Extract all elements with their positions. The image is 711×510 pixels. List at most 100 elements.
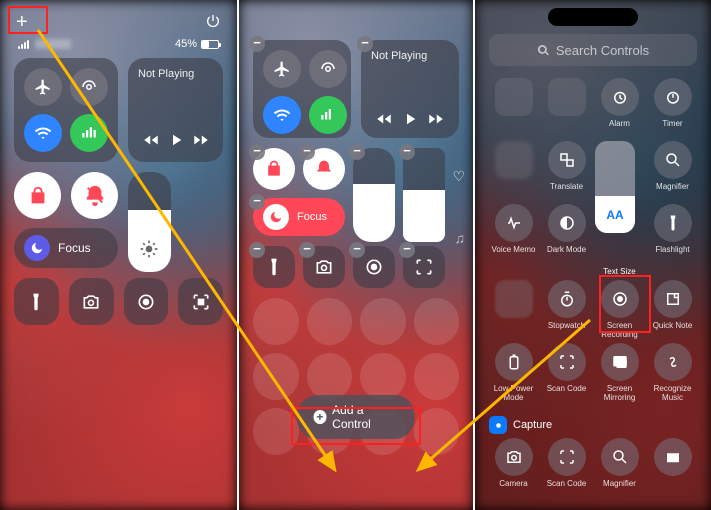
low-power-control[interactable]: Low Power Mode bbox=[489, 343, 538, 402]
remove-badge[interactable]: − bbox=[399, 242, 415, 258]
airdrop-icon[interactable] bbox=[70, 68, 108, 106]
remove-badge[interactable]: − bbox=[249, 36, 265, 52]
camera-control[interactable]: Camera bbox=[489, 438, 538, 497]
remove-badge[interactable]: − bbox=[299, 242, 315, 258]
empty-slot[interactable] bbox=[414, 408, 460, 455]
remove-badge[interactable]: − bbox=[349, 144, 365, 160]
more-control[interactable] bbox=[648, 438, 697, 497]
music-icon[interactable]: ♫ bbox=[455, 230, 466, 246]
recognize-music-control[interactable]: Recognize Music bbox=[648, 343, 697, 402]
media-tile[interactable]: Not Playing bbox=[128, 58, 223, 162]
orientation-lock-icon[interactable] bbox=[14, 172, 61, 219]
dark-mode-control[interactable]: Dark Mode bbox=[542, 204, 591, 263]
airplane-icon[interactable] bbox=[24, 68, 62, 106]
search-placeholder: Search Controls bbox=[556, 43, 649, 58]
screen-recording-control[interactable]: Screen Recording bbox=[595, 280, 644, 339]
connectivity-tile-edit[interactable] bbox=[253, 40, 351, 138]
flashlight-tile[interactable] bbox=[14, 278, 59, 325]
power-icon[interactable] bbox=[205, 13, 221, 32]
search-controls-input[interactable]: Search Controls bbox=[489, 34, 697, 66]
remove-badge[interactable]: − bbox=[349, 242, 365, 258]
plus-icon: + bbox=[314, 410, 327, 424]
placeholder bbox=[495, 280, 533, 318]
airdrop-icon[interactable] bbox=[309, 50, 347, 88]
remove-badge[interactable]: − bbox=[249, 144, 265, 160]
heart-icon[interactable]: ♡ bbox=[452, 168, 465, 185]
text-size-slider[interactable]: AA bbox=[595, 141, 635, 233]
flashlight-control[interactable]: Flashlight bbox=[648, 204, 697, 263]
search-icon bbox=[537, 44, 550, 57]
play-icon[interactable] bbox=[167, 131, 185, 152]
cellular-group-icon[interactable] bbox=[309, 96, 347, 134]
empty-slot[interactable] bbox=[360, 298, 406, 345]
silent-mode-icon[interactable] bbox=[71, 172, 118, 219]
shazam-icon bbox=[654, 343, 692, 381]
translate-control[interactable]: Translate bbox=[542, 141, 591, 200]
empty-slot[interactable] bbox=[307, 353, 353, 400]
wifi-icon[interactable] bbox=[24, 114, 62, 152]
empty-slot[interactable] bbox=[414, 353, 460, 400]
focus-tile-edit[interactable]: Focus bbox=[253, 198, 345, 236]
timer-control[interactable]: Timer bbox=[648, 78, 697, 137]
volume-slider[interactable] bbox=[403, 148, 445, 242]
scan-code-control-2[interactable]: Scan Code bbox=[542, 438, 591, 497]
focus-tile[interactable]: Focus bbox=[14, 228, 118, 268]
quick-note-control[interactable]: Quick Note bbox=[648, 280, 697, 339]
stopwatch-icon bbox=[548, 280, 586, 318]
empty-slot[interactable] bbox=[253, 353, 299, 400]
translate-icon bbox=[548, 141, 586, 179]
media-tile-edit[interactable]: Not Playing bbox=[361, 40, 459, 138]
brightness-slider[interactable] bbox=[128, 172, 171, 272]
cellular-group-icon[interactable] bbox=[70, 114, 108, 152]
empty-slot[interactable] bbox=[253, 408, 299, 455]
remove-badge[interactable]: − bbox=[299, 144, 315, 160]
text-size-badge: AA bbox=[595, 196, 635, 233]
play-icon[interactable] bbox=[401, 110, 419, 128]
scan-code-control[interactable]: Scan Code bbox=[542, 343, 591, 402]
remove-badge[interactable]: − bbox=[357, 36, 373, 52]
magnifier-control[interactable]: Magnifier bbox=[648, 141, 697, 200]
more-icon bbox=[654, 438, 692, 476]
stopwatch-control[interactable]: Stopwatch bbox=[542, 280, 591, 339]
now-playing-label: Not Playing bbox=[371, 50, 449, 62]
empty-slot[interactable] bbox=[307, 298, 353, 345]
alarm-control[interactable]: Alarm bbox=[595, 78, 644, 137]
add-control-button[interactable]: + Add a Control bbox=[298, 395, 415, 439]
camera-icon bbox=[495, 438, 533, 476]
screen-record-tile[interactable] bbox=[124, 278, 169, 325]
carrier-blurred bbox=[35, 39, 71, 49]
next-icon[interactable] bbox=[192, 131, 210, 152]
connectivity-tile[interactable] bbox=[14, 58, 118, 162]
empty-slot[interactable] bbox=[414, 298, 460, 345]
airplane-icon[interactable] bbox=[263, 50, 301, 88]
now-playing-label: Not Playing bbox=[138, 68, 213, 80]
magnifier-control-2[interactable]: Magnifier bbox=[595, 438, 644, 497]
placeholder bbox=[495, 78, 533, 116]
placeholder bbox=[548, 78, 586, 116]
qr-scan-tile[interactable] bbox=[178, 278, 223, 325]
remove-badge[interactable]: − bbox=[249, 194, 265, 210]
empty-slot[interactable] bbox=[253, 298, 299, 345]
prev-icon[interactable] bbox=[375, 110, 393, 128]
add-button-icon[interactable]: + bbox=[16, 12, 28, 32]
notch bbox=[475, 0, 711, 28]
prev-icon[interactable] bbox=[142, 131, 160, 152]
battery-icon bbox=[201, 40, 219, 49]
empty-slot[interactable] bbox=[360, 353, 406, 400]
quick-note-icon bbox=[654, 280, 692, 318]
statusbar: 45% bbox=[0, 36, 237, 58]
focus-label: Focus bbox=[297, 211, 327, 223]
scan-code-icon bbox=[548, 438, 586, 476]
wifi-icon[interactable] bbox=[263, 96, 301, 134]
screen-mirroring-control[interactable]: Screen Mirroring bbox=[595, 343, 644, 402]
capture-icon bbox=[489, 416, 507, 434]
remove-badge[interactable]: − bbox=[249, 242, 265, 258]
screen-mirroring-icon bbox=[601, 343, 639, 381]
next-icon[interactable] bbox=[427, 110, 445, 128]
cellular-bars-icon bbox=[18, 40, 29, 49]
magnifier-icon bbox=[654, 141, 692, 179]
voice-memo-control[interactable]: Voice Memo bbox=[489, 204, 538, 263]
remove-badge[interactable]: − bbox=[399, 144, 415, 160]
camera-tile[interactable] bbox=[69, 278, 114, 325]
brightness-slider[interactable] bbox=[353, 148, 395, 242]
